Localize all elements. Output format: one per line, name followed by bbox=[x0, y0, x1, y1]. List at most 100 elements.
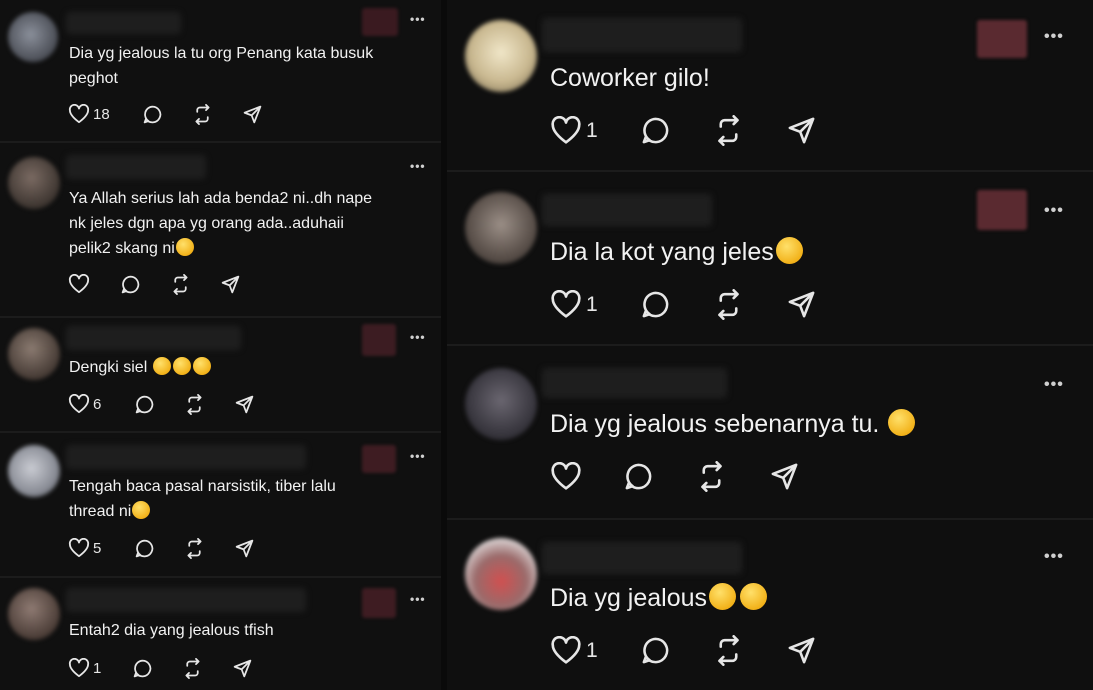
like-count: 5 bbox=[93, 539, 102, 557]
repost-button[interactable] bbox=[184, 538, 205, 559]
post-text: Dengki siel bbox=[69, 355, 429, 380]
like-button[interactable]: 1 bbox=[550, 116, 598, 145]
more-options-icon[interactable]: ••• bbox=[410, 592, 426, 606]
repost-button[interactable] bbox=[696, 461, 727, 492]
laughing-tears-emoji-icon bbox=[775, 236, 803, 264]
more-options-icon[interactable]: ••• bbox=[410, 330, 426, 344]
avatar[interactable] bbox=[8, 12, 58, 62]
send-icon bbox=[235, 539, 254, 558]
repost-button[interactable] bbox=[170, 274, 191, 295]
heart-icon bbox=[68, 274, 90, 294]
like-button[interactable]: 1 bbox=[550, 290, 598, 319]
username-blurred[interactable] bbox=[66, 588, 306, 612]
more-options-icon[interactable]: ••• bbox=[410, 12, 426, 26]
post-text: Ya Allah serius lah ada benda2 ni..dh na… bbox=[69, 190, 373, 257]
share-button[interactable] bbox=[232, 658, 253, 679]
avatar[interactable] bbox=[8, 588, 60, 640]
avatar[interactable] bbox=[8, 445, 60, 497]
share-button[interactable] bbox=[769, 461, 800, 492]
share-button[interactable] bbox=[786, 635, 817, 666]
send-icon bbox=[221, 275, 240, 294]
repost-icon bbox=[718, 635, 739, 666]
comment-icon bbox=[121, 275, 140, 294]
more-options-icon[interactable]: ••• bbox=[1044, 548, 1064, 566]
repost-button[interactable] bbox=[713, 289, 744, 320]
media-thumbnail-blurred[interactable] bbox=[362, 8, 398, 36]
reply-button[interactable] bbox=[134, 394, 155, 415]
share-button[interactable] bbox=[220, 274, 241, 295]
repost-button[interactable] bbox=[713, 115, 744, 146]
username-blurred[interactable] bbox=[542, 194, 712, 226]
repost-button[interactable] bbox=[192, 104, 213, 125]
avatar[interactable] bbox=[8, 157, 60, 209]
heart-icon bbox=[551, 116, 581, 144]
repost-icon bbox=[185, 658, 200, 679]
like-count: 1 bbox=[586, 118, 598, 142]
share-button[interactable] bbox=[786, 289, 817, 320]
repost-button[interactable] bbox=[713, 635, 744, 666]
username-blurred[interactable] bbox=[66, 155, 206, 179]
username-blurred[interactable] bbox=[542, 368, 727, 398]
username-blurred[interactable] bbox=[66, 445, 306, 469]
share-button[interactable] bbox=[242, 104, 263, 125]
media-thumbnail-blurred[interactable] bbox=[362, 588, 396, 618]
avatar[interactable] bbox=[465, 20, 537, 92]
like-button[interactable]: 1 bbox=[550, 636, 598, 665]
more-options-icon[interactable]: ••• bbox=[410, 159, 426, 173]
media-thumbnail-blurred[interactable] bbox=[977, 20, 1027, 58]
username-blurred[interactable] bbox=[66, 12, 181, 34]
comment-icon bbox=[133, 659, 152, 678]
like-button[interactable]: 1 bbox=[68, 658, 101, 678]
like-button[interactable] bbox=[550, 462, 586, 491]
like-count: 1 bbox=[586, 292, 598, 316]
reply-post: ••• Dia yg jealous sebenarnya tu. bbox=[447, 346, 1093, 516]
reply-button[interactable] bbox=[640, 289, 671, 320]
left-thread-column: ••• Dia yg jealous la tu org Penang kata… bbox=[0, 0, 441, 690]
avatar[interactable] bbox=[465, 538, 537, 610]
send-icon bbox=[235, 395, 254, 414]
comment-icon bbox=[135, 539, 154, 558]
more-options-icon[interactable]: ••• bbox=[1044, 28, 1064, 46]
melting-face-emoji-icon bbox=[709, 582, 737, 610]
right-thread-column: ••• Coworker gilo! 1 ••• Dia la kot yang… bbox=[447, 0, 1093, 690]
like-button[interactable]: 18 bbox=[68, 104, 110, 124]
like-button[interactable]: 6 bbox=[68, 394, 101, 414]
reply-button[interactable] bbox=[623, 461, 654, 492]
like-button[interactable]: 5 bbox=[68, 538, 101, 558]
like-count: 1 bbox=[93, 659, 102, 677]
repost-button[interactable] bbox=[182, 658, 203, 679]
media-thumbnail-blurred[interactable] bbox=[977, 190, 1027, 230]
share-button[interactable] bbox=[234, 394, 255, 415]
reply-button[interactable] bbox=[640, 635, 671, 666]
avatar[interactable] bbox=[8, 328, 60, 380]
reply-button[interactable] bbox=[142, 104, 163, 125]
media-thumbnail-blurred[interactable] bbox=[362, 324, 396, 356]
more-options-icon[interactable]: ••• bbox=[1044, 376, 1064, 394]
flushed-emoji-icon bbox=[152, 356, 171, 375]
heart-icon bbox=[551, 636, 581, 664]
share-button[interactable] bbox=[786, 115, 817, 146]
repost-icon bbox=[195, 104, 210, 125]
repost-icon bbox=[718, 115, 739, 146]
reply-button[interactable] bbox=[640, 115, 671, 146]
repost-button[interactable] bbox=[184, 394, 205, 415]
like-button[interactable] bbox=[68, 274, 93, 294]
media-thumbnail-blurred[interactable] bbox=[362, 445, 396, 473]
reply-button[interactable] bbox=[132, 658, 153, 679]
send-icon bbox=[243, 105, 262, 124]
reply-button[interactable] bbox=[120, 274, 141, 295]
avatar[interactable] bbox=[465, 368, 537, 440]
send-icon bbox=[233, 659, 252, 678]
post-text: Coworker gilo! bbox=[550, 64, 710, 92]
more-options-icon[interactable]: ••• bbox=[1044, 202, 1064, 220]
username-blurred[interactable] bbox=[542, 18, 742, 52]
username-blurred[interactable] bbox=[66, 326, 241, 350]
username-blurred[interactable] bbox=[542, 542, 742, 574]
reply-button[interactable] bbox=[134, 538, 155, 559]
heart-icon bbox=[68, 658, 90, 678]
more-options-icon[interactable]: ••• bbox=[410, 449, 426, 463]
reply-post: ••• Dengki siel 6 bbox=[0, 318, 441, 430]
flushed-emoji-icon bbox=[192, 356, 211, 375]
share-button[interactable] bbox=[234, 538, 255, 559]
avatar[interactable] bbox=[465, 192, 537, 264]
